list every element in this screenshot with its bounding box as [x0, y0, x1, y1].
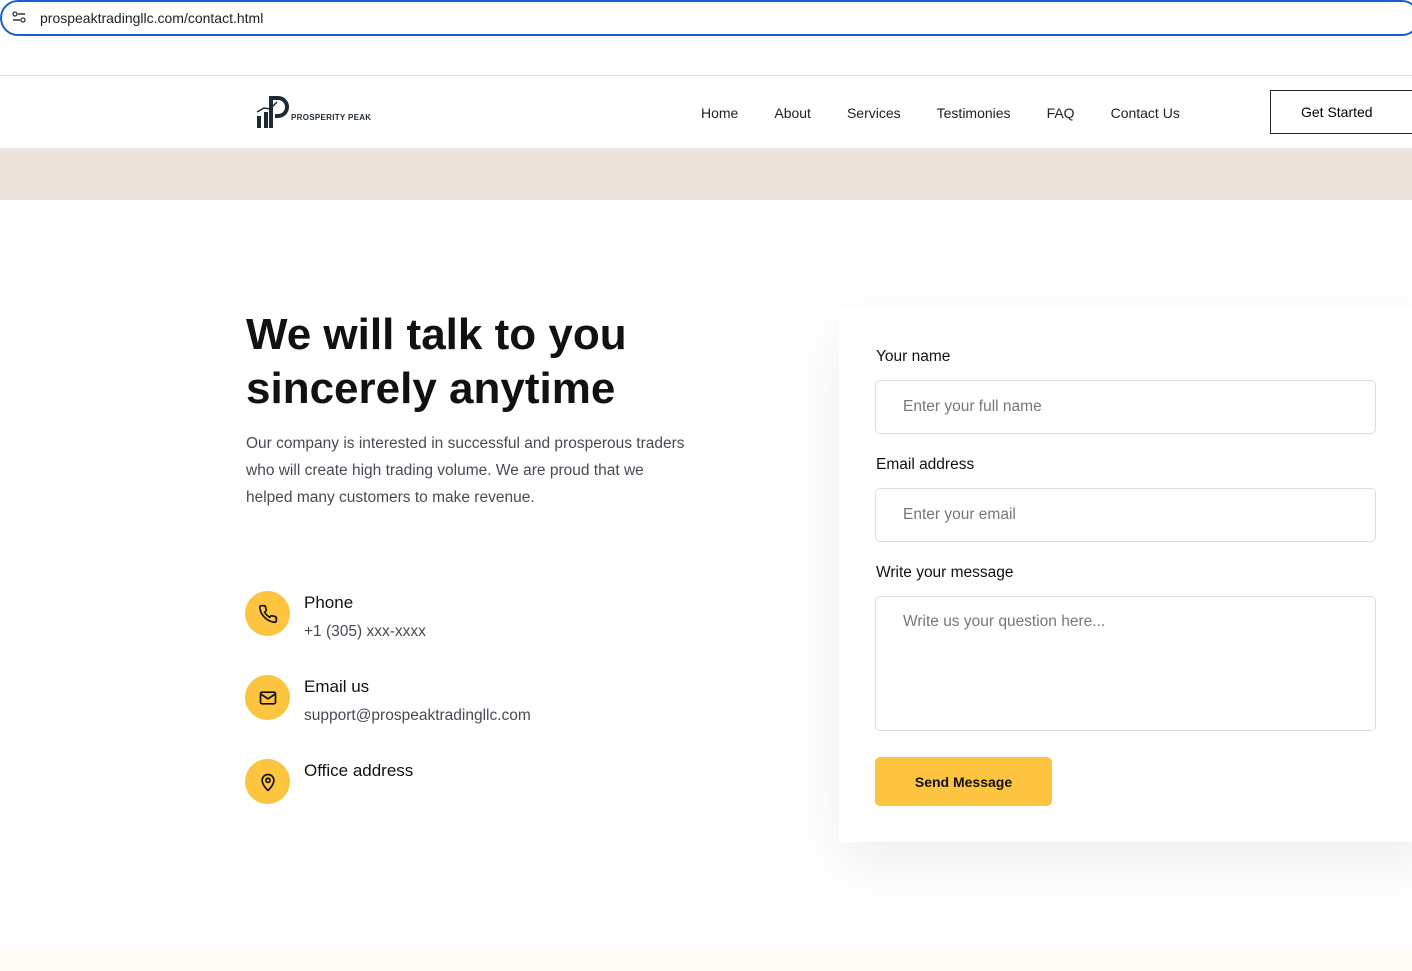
contact-title: Email us [304, 677, 370, 696]
site-settings-icon[interactable] [12, 11, 28, 25]
contact-office: Office address [245, 759, 413, 804]
location-pin-icon [245, 759, 290, 804]
name-label: Your name [876, 348, 951, 365]
page-title: We will talk to you sincerely anytime [246, 310, 627, 413]
get-started-button[interactable]: Get Started [1270, 90, 1412, 134]
site-header: PROSPERITY PEAK Home About Services Test… [0, 76, 1412, 148]
nav-testimonies[interactable]: Testimonies [937, 105, 1011, 121]
nav-home[interactable]: Home [701, 105, 738, 121]
page-banner [0, 148, 1412, 200]
message-label: Write your message [876, 564, 1014, 581]
mail-icon [245, 675, 290, 720]
logo-text: PROSPERITY PEAK [291, 113, 372, 122]
phone-icon [245, 591, 290, 636]
contact-form: Your name Email address Write your messa… [839, 308, 1412, 842]
contact-title: Office address [304, 761, 414, 780]
nav-contact-us[interactable]: Contact Us [1111, 105, 1180, 121]
url-text[interactable]: prospeaktradingllc.com/contact.html [40, 10, 263, 26]
footer-strip [0, 950, 1412, 971]
phone-number[interactable]: +1 (305) xxx-xxxx [304, 623, 426, 641]
email-label: Email address [876, 456, 975, 473]
send-message-button[interactable]: Send Message [875, 757, 1052, 806]
address-bar[interactable]: prospeaktradingllc.com/contact.html [0, 0, 1412, 36]
intro-text: Our company is interested in successful … [246, 435, 685, 506]
logo[interactable]: PROSPERITY PEAK [255, 96, 371, 130]
logo-mark-icon [256, 96, 289, 128]
email-link[interactable]: support@prospeaktradingllc.com [304, 707, 531, 725]
email-input[interactable] [875, 488, 1376, 542]
contact-phone: Phone +1 (305) xxx-xxxx [245, 591, 426, 641]
name-input[interactable] [875, 380, 1376, 434]
nav-faq[interactable]: FAQ [1047, 105, 1075, 121]
message-textarea[interactable] [875, 596, 1376, 731]
main-menu: Home About Services Testimonies FAQ Cont… [701, 105, 1180, 121]
nav-about[interactable]: About [774, 105, 811, 121]
contact-email: Email us support@prospeaktradingllc.com [245, 675, 531, 725]
nav-services[interactable]: Services [847, 105, 901, 121]
contact-title: Phone [304, 593, 354, 612]
